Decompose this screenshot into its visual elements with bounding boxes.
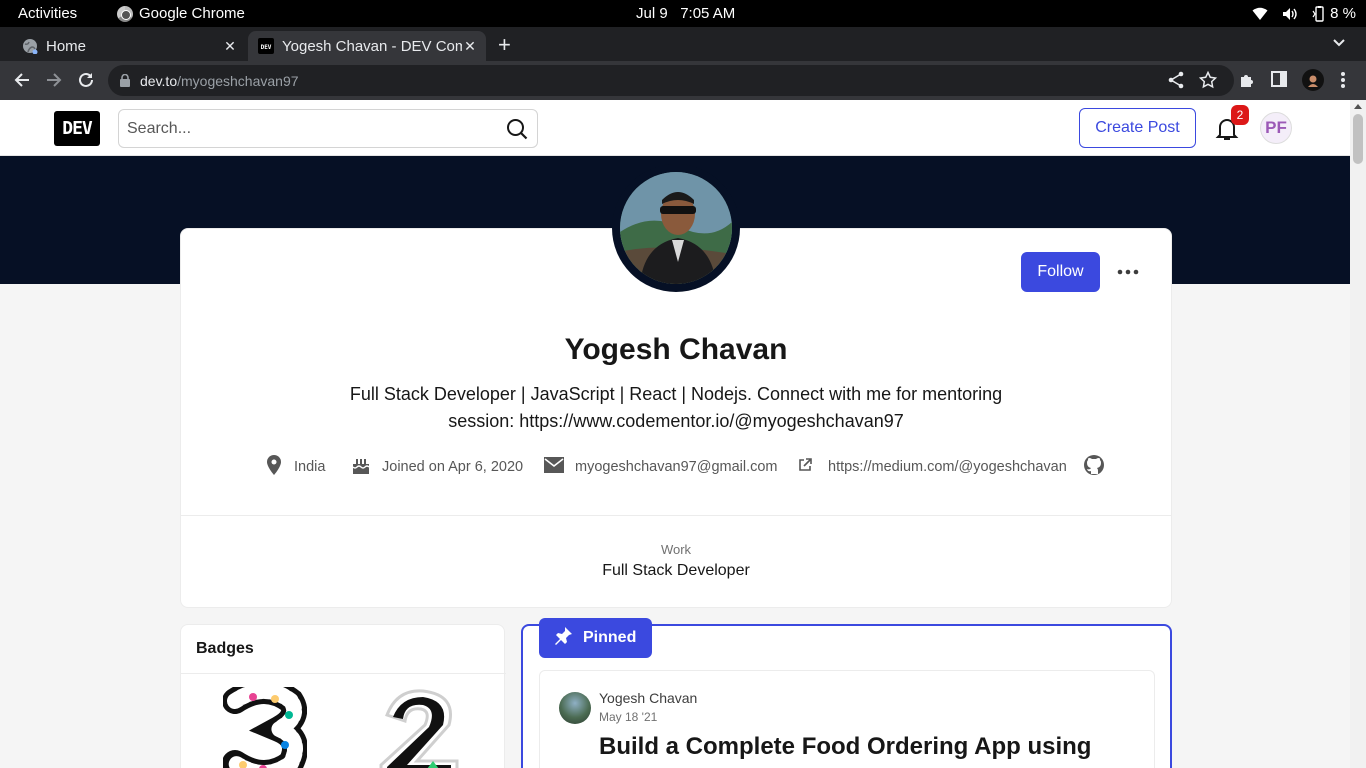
two-year-badge-icon[interactable]	[377, 689, 463, 768]
meta-joined: Joined on Apr 6, 2020	[350, 456, 523, 478]
tab-title: Yogesh Chavan - DEV Community	[282, 37, 462, 55]
share-icon[interactable]	[1168, 71, 1184, 94]
battery-icon	[1312, 5, 1326, 22]
forward-arrow-icon[interactable]	[45, 71, 63, 94]
page-scrollbar[interactable]	[1350, 100, 1366, 768]
mail-icon	[543, 456, 565, 478]
clock-date: Jul 9	[636, 5, 668, 22]
tab-home[interactable]: Home ✕	[0, 31, 246, 61]
system-tray[interactable]: 8 %	[1252, 5, 1356, 22]
app-name: Google Chrome	[139, 5, 245, 22]
badges-title: Badges	[196, 640, 254, 657]
cake-icon	[350, 454, 372, 480]
clock-time: 7:05 AM	[680, 5, 736, 22]
site-header: DEV Create Post	[0, 100, 1350, 156]
create-post-button[interactable]: Create Post	[1079, 108, 1196, 148]
new-tab-button[interactable]: +	[498, 32, 511, 58]
notification-count-badge: 2	[1231, 105, 1249, 125]
tab-dev-profile[interactable]: DEV Yogesh Chavan - DEV Community ✕	[248, 31, 486, 61]
meta-website[interactable]: https://medium.com/@yogeshchavan	[798, 454, 1105, 480]
profile-avatar	[612, 164, 740, 292]
kebab-menu-icon[interactable]	[1340, 71, 1346, 94]
globe-icon	[22, 38, 38, 55]
joined-text: Joined on Apr 6, 2020	[382, 459, 524, 475]
badges-divider	[181, 673, 506, 674]
search-input[interactable]	[119, 110, 489, 147]
lock-icon	[120, 74, 130, 87]
url-host: dev.to	[140, 72, 178, 89]
meta-location: India	[264, 454, 326, 480]
three-year-badge-icon[interactable]	[222, 678, 308, 768]
extensions-puzzle-icon[interactable]	[1239, 71, 1257, 94]
github-icon[interactable]	[1083, 454, 1105, 480]
location-text: India	[294, 459, 326, 475]
more-options-icon[interactable]	[1112, 256, 1144, 288]
pinned-label: Pinned	[583, 629, 637, 646]
volume-icon	[1282, 7, 1298, 21]
clock[interactable]: Jul 9 7:05 AM	[636, 5, 735, 22]
bio-line-1: Full Stack Developer | JavaScript | Reac…	[349, 384, 1003, 404]
post-title[interactable]: Build a Complete Food Ordering App using	[599, 733, 1091, 761]
profile-name: Yogesh Chavan	[564, 333, 788, 366]
post-author-name[interactable]: Yogesh Chavan	[599, 690, 697, 706]
close-tab-icon[interactable]: ✕	[222, 38, 238, 55]
browser-toolbar: dev.to/myogeshchavan97	[0, 61, 1366, 100]
url-path: /myogeshchavan97	[177, 72, 299, 89]
tab-strip: Home ✕ DEV Yogesh Chavan - DEV Community…	[0, 27, 1366, 61]
tab-title: Home	[46, 37, 87, 55]
work-value: Full Stack Developer	[602, 562, 750, 579]
bookmark-star-icon[interactable]	[1198, 70, 1218, 94]
close-tab-icon[interactable]: ✕	[462, 38, 478, 55]
pinned-label-tab: Pinned	[539, 618, 652, 658]
bio-line-2: session: https://www.codementor.io/@myog…	[448, 411, 904, 431]
location-pin-icon	[264, 454, 284, 480]
search-icon[interactable]	[506, 118, 528, 145]
side-panel-icon[interactable]	[1271, 71, 1287, 92]
activities-button[interactable]: Activities	[18, 5, 77, 22]
work-label: Work	[660, 542, 692, 557]
profile-bio: Full Stack Developer | JavaScript | Reac…	[330, 381, 1022, 435]
follow-button[interactable]: Follow	[1021, 252, 1100, 292]
dev-logo[interactable]: DEV	[54, 111, 100, 146]
user-menu-avatar[interactable]: PF	[1260, 112, 1292, 144]
external-link-icon	[798, 458, 812, 476]
search-box[interactable]	[118, 109, 538, 148]
profile-avatar-icon[interactable]	[1302, 69, 1324, 96]
svg-text:DEV: DEV	[261, 44, 272, 51]
post-date[interactable]: May 18 '21	[599, 710, 657, 724]
reload-icon[interactable]	[77, 71, 95, 94]
dev-favicon-icon: DEV	[258, 38, 274, 54]
back-arrow-icon[interactable]	[13, 71, 31, 94]
os-top-bar: Activities Google Chrome Jul 9 7:05 AM 8…	[0, 0, 1366, 27]
app-menu[interactable]: Google Chrome	[117, 5, 245, 22]
scroll-up-arrow-icon[interactable]	[1354, 104, 1362, 109]
tab-search-chevron-icon[interactable]	[1332, 35, 1346, 53]
meta-email[interactable]: myogeshchavan97@gmail.com	[543, 456, 778, 478]
address-bar[interactable]: dev.to/myogeshchavan97	[108, 65, 1234, 96]
chrome-icon	[117, 5, 133, 22]
battery-percent: 8 %	[1330, 5, 1356, 22]
website-link[interactable]: https://medium.com/@yogeshchavan	[828, 459, 1067, 475]
badges-panel: Badges	[180, 624, 506, 768]
post-author-avatar[interactable]	[559, 692, 591, 724]
wifi-icon	[1252, 7, 1268, 21]
scrollbar-thumb[interactable]	[1353, 114, 1363, 164]
profile-divider	[180, 515, 1172, 516]
pin-icon	[553, 626, 573, 651]
email-link[interactable]: myogeshchavan97@gmail.com	[575, 459, 778, 475]
